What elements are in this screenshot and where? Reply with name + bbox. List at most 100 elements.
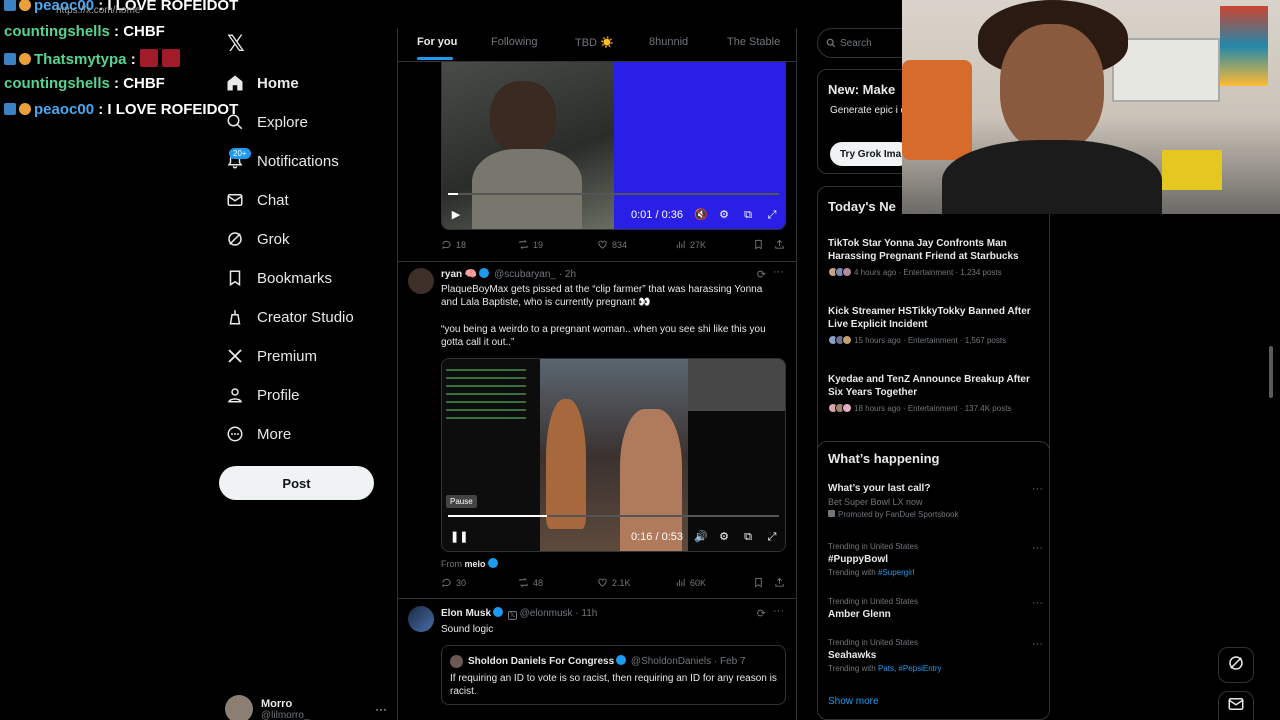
video-player[interactable]: ▶ 0:01 / 0:36 🔇 ⚙ ⧉ ⤢ [441,48,786,230]
video-time: 0:01 / 0:36 [631,209,683,221]
pip-icon[interactable]: ⧉ [742,531,754,543]
like-button[interactable]: 834 [597,239,627,250]
tab-8hunnid[interactable]: 8hunnid [649,36,688,48]
trend-hashtag-link[interactable]: Pats, #PepsiEntry [878,664,942,673]
post-button[interactable]: Post [219,466,374,500]
more-dots-icon[interactable]: ··· [773,605,784,617]
chat-badge-icon [19,0,31,11]
chat-line: peaoc00 : I LOVE ROFEIDOT [4,101,238,118]
share-button[interactable] [774,239,789,250]
reply-button[interactable]: 18 [441,239,466,250]
share-icon [775,577,784,587]
source-name[interactable]: melo [465,559,486,569]
nav-item-explore[interactable]: Explore [225,105,395,139]
like-count: 2.1K [612,577,631,588]
views-button[interactable]: 27K [675,239,706,250]
news-item[interactable]: Kyedae and TenZ Announce Breakup After S… [828,373,1043,413]
mute-icon[interactable]: 🔇 [694,209,708,221]
news-item[interactable]: TikTok Star Yonna Jay Confronts Man Hara… [828,237,1043,277]
tab-for-you[interactable]: For you [417,36,457,48]
grok-analyze-icon[interactable]: ⟳ [757,607,766,620]
show-more-link[interactable]: Show more [828,696,879,707]
quote-text: If requiring an ID to vote is so racist,… [450,673,777,697]
more-dots-icon[interactable]: ··· [1032,638,1043,650]
webcam-person-body [942,140,1162,214]
share-button[interactable] [774,577,789,588]
nav-item-more[interactable]: More [225,417,395,451]
from-label: From [441,559,462,569]
tab-the-stable[interactable]: The Stable [727,36,780,48]
author-handle[interactable]: @scubaryan_ [494,269,556,280]
account-switcher[interactable]: Morro @lilmorro_ ··· [225,694,395,720]
chat-message: CHBF [123,23,165,40]
grok-floating-button[interactable] [1218,647,1254,683]
try-grok-button[interactable]: Try Grok Ima [830,142,912,166]
stream-chat-overlay: peaoc00 : I LOVE ROFEIDOT countingshells… [0,0,238,130]
nav-item-premium[interactable]: Premium [225,339,395,373]
bookmark-button[interactable] [753,577,768,588]
grok-icon [225,229,245,249]
browser-url[interactable]: https://x.com/home [56,5,140,16]
left-nav: 𝕏 Home Explore 20+ Notifications Chat Gr… [215,28,398,720]
nav-item-notifications[interactable]: 20+ Notifications [225,144,395,178]
nav-label: Notifications [257,152,339,170]
messages-floating-button[interactable] [1218,691,1254,720]
settings-icon[interactable]: ⚙ [718,531,730,543]
avatar[interactable] [408,606,434,632]
settings-icon[interactable]: ⚙ [718,209,730,221]
trend-item[interactable]: Trending in United States Seahawks Trend… [828,638,1043,673]
more-dots-icon[interactable]: ··· [1032,483,1043,495]
trend-item[interactable]: Trending in United States #PuppyBowl Tre… [828,542,1043,577]
nav-item-creator-studio[interactable]: Creator Studio [225,300,395,334]
video-player[interactable]: Pause ❚❚ 0:16 / 0:53 🔊 ⚙ ⧉ ⤢ [441,358,786,552]
trend-item[interactable]: What’s your last call? Bet Super Bowl LX… [828,483,1043,519]
tweet-header: Elon Musk 𝕏 @elonmusk · 11h [441,607,597,620]
nav-item-grok[interactable]: Grok [225,222,395,256]
creator-icon [225,307,245,327]
more-dots-icon[interactable]: ··· [375,702,387,716]
quoted-tweet[interactable]: Sholdon Daniels For Congress @SholdonDan… [441,645,786,705]
fullscreen-icon[interactable]: ⤢ [766,209,778,221]
chat-separator: : [109,23,124,40]
more-dots-icon[interactable]: ··· [1032,597,1043,609]
verified-badge-icon [616,655,627,665]
more-dots-icon[interactable]: ··· [1032,542,1043,554]
reply-button[interactable]: 30 [441,577,466,588]
page-scrollbar[interactable] [1269,346,1273,398]
nav-item-bookmarks[interactable]: Bookmarks [225,261,395,295]
bell-icon: 20+ [225,148,251,171]
repost-button[interactable]: 19 [518,239,543,250]
tab-following[interactable]: Following [491,36,537,48]
news-item[interactable]: Kick Streamer HSTikkyTokky Banned After … [828,305,1043,345]
bookmark-button[interactable] [753,239,768,250]
grok-analyze-icon[interactable]: ⟳ [757,268,766,281]
trend-item[interactable]: Trending in United States Amber Glenn ··… [828,597,1043,620]
pause-icon[interactable]: ❚❚ [450,531,468,543]
views-button[interactable]: 60K [675,577,706,588]
video-progress-bar[interactable] [448,193,779,195]
volume-icon[interactable]: 🔊 [694,531,708,543]
repost-button[interactable]: 48 [518,577,543,588]
tab-tbd[interactable]: TBD ☀️ [575,36,614,49]
author-name[interactable]: Elon Musk [441,608,491,619]
x-logo-icon[interactable]: 𝕏 [227,32,245,57]
more-dots-icon[interactable]: ··· [773,266,784,278]
nav-item-chat[interactable]: Chat [225,183,395,217]
play-icon[interactable]: ▶ [450,209,462,221]
pip-icon[interactable]: ⧉ [742,209,754,221]
trend-name: Seahawks [828,650,877,661]
search-icon [826,38,836,51]
trend-hashtag-link[interactable]: #Supergirl [878,568,914,577]
repost-icon [519,578,528,587]
nav-item-home[interactable]: Home [225,66,395,100]
author-handle[interactable]: @elonmusk [520,608,573,619]
nav-item-profile[interactable]: Profile [225,378,395,412]
emote-icon [139,49,158,67]
video-progress-bar[interactable] [448,515,779,517]
fullscreen-icon[interactable]: ⤢ [766,531,778,543]
reply-icon [442,578,451,588]
avatar[interactable] [408,268,434,294]
author-name[interactable]: ryan 🧠 [441,269,477,280]
video-frame-blue-screen [614,49,785,229]
like-button[interactable]: 2.1K [597,577,631,588]
